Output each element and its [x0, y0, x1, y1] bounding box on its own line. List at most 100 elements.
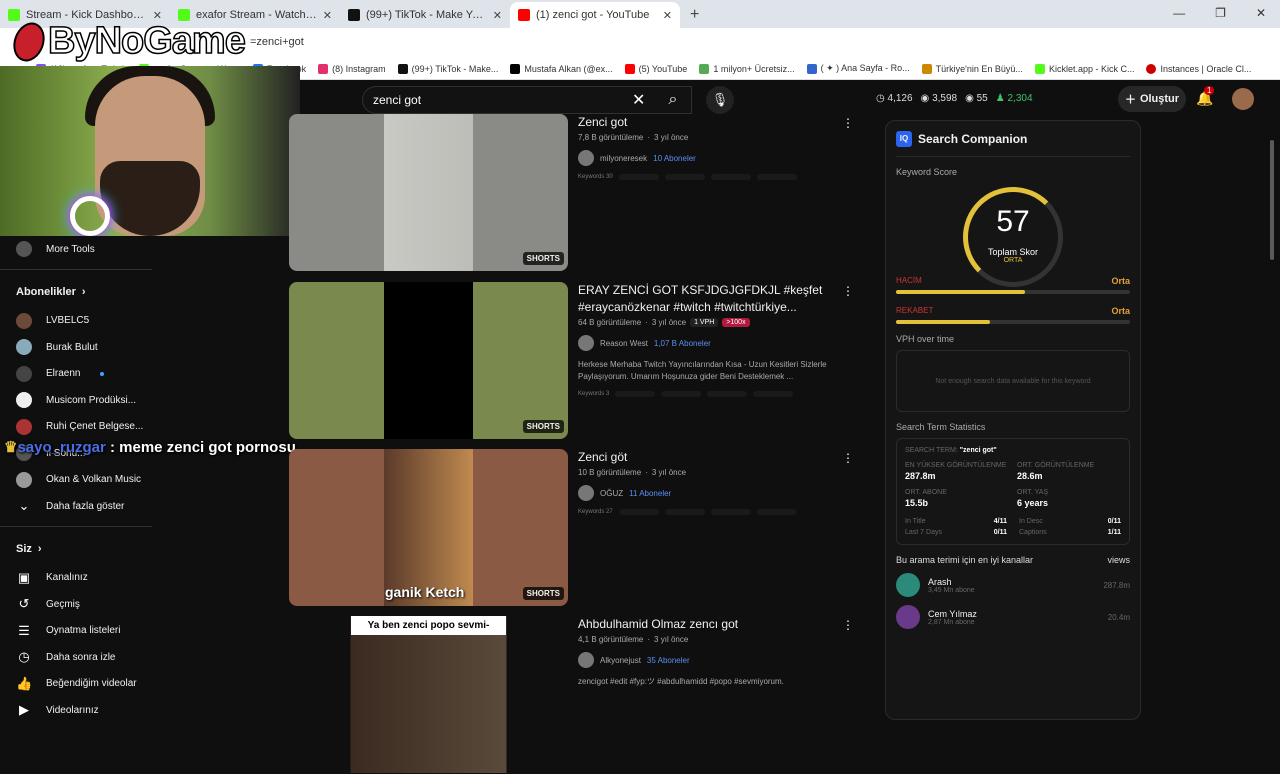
- bookmark[interactable]: (99+) TikTok - Make...: [397, 63, 498, 74]
- video-result[interactable]: ganik Ketch SHORTS Zenci göt 10 B görünt…: [289, 449, 859, 607]
- bookmark[interactable]: 1 milyon+ Ücretsiz...: [699, 63, 795, 74]
- channel-link[interactable]: milyoneresek 10 Aboneler: [578, 150, 848, 166]
- video-thumbnail[interactable]: Ya ben zenci popo sevmi-: [289, 616, 568, 773]
- bookmark[interactable]: ( ✦ ) Ana Sayfa - Ro...: [806, 63, 910, 74]
- channel-link[interactable]: Alkyonejust 35 Aboneler: [578, 652, 848, 668]
- video-title[interactable]: ERAY ZENCİ GOT KSFJDGJGFDKJL #keşfet #er…: [578, 282, 848, 316]
- notifications-button[interactable]: 🔔 1: [1196, 86, 1215, 107]
- close-icon[interactable]: ✕: [663, 9, 672, 22]
- bookmark[interactable]: Türkiye'nin En Büyü...: [921, 63, 1023, 74]
- bookmark[interactable]: Mustafa Alkan (@ex...: [510, 63, 613, 74]
- mic-button[interactable]: 🎙: [706, 86, 734, 114]
- tiktok-icon: [348, 9, 360, 21]
- search-companion-panel: IQ Search Companion Keyword Score 57 Topl…: [885, 120, 1141, 720]
- bookmark[interactable]: (8) Instagram: [318, 63, 386, 74]
- bookmark[interactable]: (5) YouTube: [624, 63, 687, 74]
- chat-message: : meme zenci got pornosu: [110, 439, 296, 456]
- video-stats: 4,1 B görüntüleme · 3 yıl önce: [578, 635, 689, 644]
- browser-tab-active[interactable]: (1) zenci got - YouTube ✕: [510, 2, 680, 28]
- more-options-icon[interactable]: ⋮: [842, 116, 854, 130]
- shorts-badge: SHORTS: [522, 420, 564, 433]
- volume-bar: [896, 290, 1130, 294]
- new-content-dot: [100, 371, 105, 376]
- sidebar-item-subscription[interactable]: LVBELC5: [0, 308, 152, 335]
- logo-mark-icon: [8, 17, 50, 66]
- extension-stats: ◷ 4,126 ◉ 3,598 ◉ 55 ♟ 2,304: [876, 93, 1033, 104]
- new-tab-button[interactable]: +: [680, 6, 709, 28]
- avatar: [16, 365, 32, 382]
- more-options-icon[interactable]: ⋮: [842, 451, 854, 465]
- maximize-icon[interactable]: ❐: [1215, 6, 1226, 20]
- sidebar-item-subscription[interactable]: Elraenn: [0, 361, 152, 388]
- video-result[interactable]: SHORTS Zenci got 7,8 B görüntüleme · 3 yıl…: [289, 114, 859, 272]
- video-thumbnail[interactable]: SHORTS: [289, 282, 568, 439]
- url-text[interactable]: =zenci+got: [250, 36, 304, 48]
- avatar[interactable]: [1232, 88, 1254, 110]
- sidebar-item-your-channel[interactable]: ▣ Kanalınız: [0, 565, 152, 592]
- volume-label: HACİM: [896, 276, 922, 285]
- sort-button[interactable]: views: [1107, 555, 1130, 565]
- sidebar-item-more-tools[interactable]: More Tools: [0, 236, 152, 263]
- headset-icon: [70, 196, 110, 236]
- more-options-icon[interactable]: ⋮: [842, 618, 854, 632]
- close-icon[interactable]: ✕: [323, 9, 332, 22]
- top-channel-row[interactable]: Arash 3,45 Mn abone 287.8m: [896, 573, 1130, 597]
- stat: ◷ 4,126: [876, 93, 913, 104]
- bookmark[interactable]: Kicklet.app - Kick C...: [1034, 63, 1134, 74]
- thumbnail-text: Ya ben zenci popo sevmi-: [351, 616, 506, 635]
- chevron-right-icon: ›: [81, 285, 86, 298]
- channel-icon: ▣: [17, 569, 31, 585]
- mic-icon: 🎙: [711, 92, 729, 107]
- competition-label: REKABET: [896, 306, 934, 315]
- tools-icon: [16, 241, 32, 258]
- webcam-overlay: [0, 66, 300, 236]
- you-header[interactable]: Siz ›: [0, 533, 152, 565]
- score-gauge: 57: [963, 187, 1063, 287]
- browser-tab[interactable]: (99+) TikTok - Make Your Day✕: [340, 2, 510, 28]
- avatar: [578, 150, 594, 166]
- sidebar-item-playlists[interactable]: ☰ Oynatma listeleri: [0, 618, 152, 645]
- video-result[interactable]: SHORTS ERAY ZENCİ GOT KSFJDGJGFDKJL #keş…: [289, 282, 859, 440]
- more-options-icon[interactable]: ⋮: [842, 284, 854, 298]
- video-title[interactable]: Zenci göt: [578, 449, 848, 466]
- stats-label: Search Term Statistics: [896, 422, 986, 432]
- avatar: [578, 485, 594, 501]
- show-more-button[interactable]: ⌄ Daha fazla göster: [0, 493, 152, 520]
- search-button[interactable]: ⌕: [654, 86, 692, 114]
- sidebar-item-history[interactable]: ↺ Geçmiş: [0, 591, 152, 618]
- subscriptions-header[interactable]: Abonelikler ›: [0, 276, 152, 308]
- sidebar-item-liked[interactable]: 👍 Beğendiğim videolar: [0, 671, 152, 698]
- sidebar-item-subscription[interactable]: Okan & Volkan Music: [0, 467, 152, 494]
- video-thumbnail[interactable]: ganik Ketch SHORTS: [289, 449, 568, 606]
- sidebar-item-subscription[interactable]: Burak Bulut: [0, 334, 152, 361]
- close-window-icon[interactable]: ✕: [1256, 6, 1266, 20]
- competition-bar: [896, 320, 1130, 324]
- top-channel-row[interactable]: Cem Yılmaz 2,87 Mn abone 20.4m: [896, 605, 1130, 629]
- video-result[interactable]: Ya ben zenci popo sevmi- Ahbdulhamid Olm…: [289, 616, 859, 774]
- channel-link[interactable]: OĞUZ 11 Aboneler: [578, 485, 848, 501]
- video-thumbnail[interactable]: SHORTS: [289, 114, 568, 271]
- minimize-icon[interactable]: —: [1173, 6, 1185, 20]
- crown-icon: ♛: [4, 439, 18, 456]
- video-title[interactable]: Ahbdulhamid Olmaz zencı got: [578, 616, 848, 633]
- bynogame-logo: ByNoGame: [8, 17, 247, 66]
- top-channels-header: Bu arama terimi için en iyi kanallar view…: [896, 555, 1130, 565]
- avatar: [578, 652, 594, 668]
- chat-username: sayo_ruzgar: [17, 439, 106, 456]
- channel-link[interactable]: Reason West 1,07 B Aboneler: [578, 335, 848, 351]
- stat: ◉ 55: [965, 93, 988, 104]
- sidebar-item-subscription[interactable]: Musicom Prodüksi...: [0, 387, 152, 414]
- avatar: [16, 418, 32, 435]
- bookmark[interactable]: Instances | Oracle Cl...: [1146, 63, 1251, 74]
- close-icon[interactable]: ✕: [493, 9, 502, 22]
- sidebar-item-subscription[interactable]: Ruhi Çenet Belgese...: [0, 414, 152, 441]
- video-title[interactable]: Zenci got: [578, 114, 848, 131]
- page-scrollbar[interactable]: [1270, 140, 1274, 260]
- create-button[interactable]: ＋ Oluştur: [1118, 86, 1186, 112]
- sidebar-item-watch-later[interactable]: ◷ Daha sonra izle: [0, 644, 152, 671]
- shorts-badge: SHORTS: [522, 252, 564, 265]
- avatar: [16, 471, 32, 488]
- thumbs-up-icon: 👍: [16, 675, 33, 691]
- clear-search-icon[interactable]: ✕: [632, 90, 645, 110]
- vph-empty-state: Not enough search data available for thi…: [896, 350, 1130, 412]
